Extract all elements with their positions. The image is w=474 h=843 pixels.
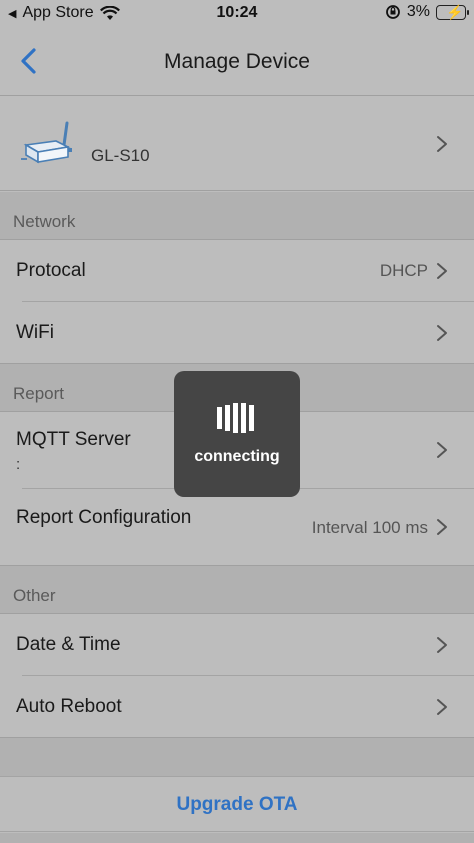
charging-bolt-icon: ⚡ bbox=[446, 3, 464, 20]
battery-percent: 3% bbox=[406, 3, 430, 20]
row-value: DHCP bbox=[379, 261, 428, 280]
row-report-configuration[interactable]: Report Configuration Interval 100 ms bbox=[0, 489, 474, 566]
row-protocal[interactable]: Protocal DHCP bbox=[0, 240, 474, 302]
row-label: Report Configuration bbox=[16, 507, 192, 528]
battery-icon: ⚡ bbox=[436, 3, 469, 20]
bottom-spacer bbox=[0, 833, 474, 843]
row-date-time[interactable]: Date & Time bbox=[0, 614, 474, 676]
status-right: 3% ⚡ bbox=[385, 3, 469, 21]
row-wifi[interactable]: WiFi bbox=[0, 302, 474, 364]
upgrade-ota-button[interactable]: Upgrade OTA bbox=[0, 794, 474, 816]
section-spacer bbox=[0, 738, 474, 777]
section-header-other: Other bbox=[0, 566, 474, 614]
loading-hud: connecting bbox=[174, 371, 300, 497]
row-label: Protocal bbox=[16, 260, 86, 281]
navigation-bar: Manage Device bbox=[0, 28, 474, 96]
router-device-icon bbox=[21, 121, 72, 164]
row-label: WiFi bbox=[16, 322, 54, 343]
row-value: Interval 100 ms bbox=[311, 518, 428, 537]
page-title: Manage Device bbox=[164, 50, 310, 73]
section-title: Other bbox=[13, 586, 56, 605]
device-name: GL-S10 bbox=[91, 146, 150, 165]
row-label: Auto Reboot bbox=[16, 696, 122, 717]
status-bar: ◀ App Store 10:24 3% ⚡ bbox=[0, 0, 474, 28]
section-title: Report bbox=[13, 384, 65, 403]
chevron-right-icon bbox=[437, 325, 447, 341]
row-label: MQTT Server bbox=[16, 429, 131, 450]
section-title: Network bbox=[13, 212, 76, 231]
chevron-right-icon bbox=[437, 263, 447, 279]
device-row[interactable]: GL-S10 bbox=[0, 97, 474, 191]
upgrade-ota-row[interactable]: Upgrade OTA bbox=[0, 778, 474, 832]
chevron-right-icon bbox=[437, 136, 447, 152]
loading-text: connecting bbox=[194, 448, 280, 465]
chevron-right-icon bbox=[437, 519, 447, 535]
orientation-lock-icon bbox=[385, 5, 400, 19]
section-header-network: Network bbox=[0, 192, 474, 240]
row-label: Date & Time bbox=[16, 634, 121, 655]
row-auto-reboot[interactable]: Auto Reboot bbox=[0, 676, 474, 738]
chevron-right-icon bbox=[437, 637, 447, 653]
row-sublabel: : bbox=[16, 456, 21, 473]
chevron-right-icon bbox=[437, 699, 447, 715]
chevron-right-icon bbox=[437, 442, 447, 458]
loading-bars-icon bbox=[217, 403, 254, 433]
